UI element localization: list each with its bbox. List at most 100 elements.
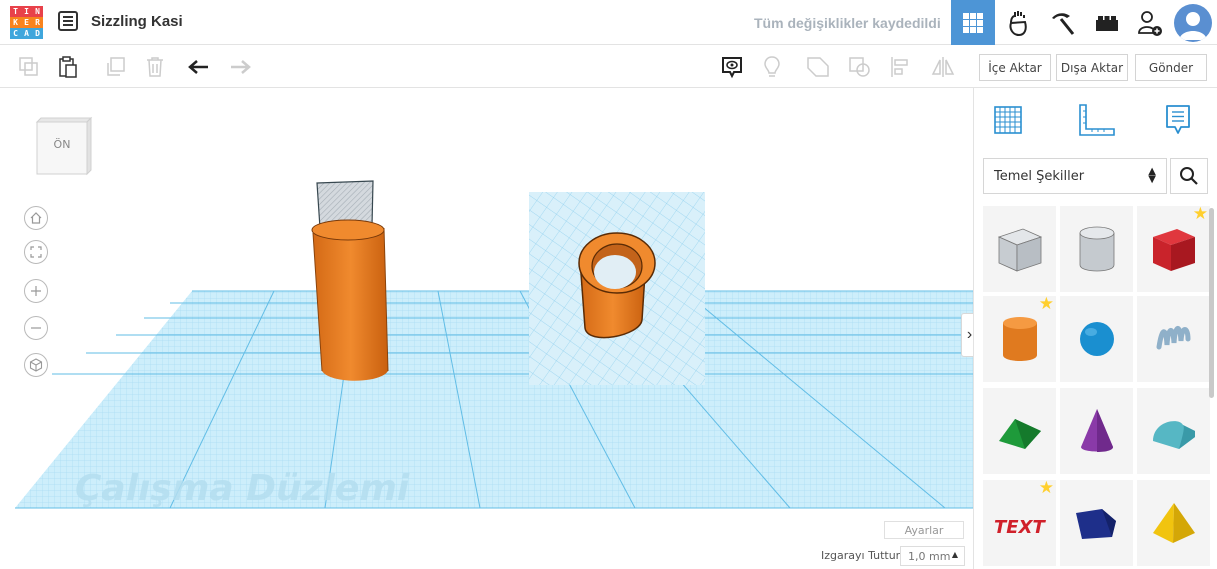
3d-viewport[interactable]: Çalışma Düzlemi ÖN Ayarlar Izgarayı Tutt… <box>0 88 973 569</box>
user-avatar-icon <box>1179 12 1207 40</box>
minus-icon <box>31 327 41 329</box>
roof-icon <box>998 419 1041 449</box>
shape-round-roof[interactable] <box>1137 388 1210 474</box>
fit-view-button[interactable] <box>24 240 48 264</box>
workplane-tab[interactable] <box>986 100 1030 140</box>
home-icon <box>30 212 42 224</box>
workplane-label: Çalışma Düzlemi <box>75 468 410 509</box>
undo-icon[interactable] <box>187 55 211 79</box>
fit-icon <box>30 246 42 258</box>
logo-letter: N <box>32 6 43 17</box>
shape-text[interactable]: TEXT ★ <box>983 478 1056 566</box>
codeblocks-view-button[interactable] <box>1040 0 1084 45</box>
polygon-icon <box>1075 509 1116 539</box>
copy-icon[interactable] <box>17 55 41 79</box>
snap-grid-select[interactable]: 1,0 mm ▲ <box>900 546 965 566</box>
caret-up-icon: ▲ <box>951 550 958 559</box>
round-roof-icon <box>1152 421 1195 449</box>
group-icon[interactable] <box>806 55 830 79</box>
svg-text:TEXT: TEXT <box>994 517 1046 538</box>
save-status: Tüm değişiklikler kaydedildi <box>754 15 941 31</box>
import-button[interactable]: İçe Aktar <box>979 54 1051 81</box>
bricks-view-button[interactable] <box>1085 0 1129 45</box>
shapes-panel: Temel Şekiller ▲ ▼ ★ ★ TEXT ★ <box>973 88 1217 569</box>
design-title[interactable]: Sizzling Kasi <box>91 13 183 30</box>
shape-polygon[interactable] <box>1060 480 1133 566</box>
shape-library-select[interactable]: Temel Şekiller ▲ ▼ <box>983 158 1167 194</box>
panel-scrollbar[interactable] <box>1209 208 1214 398</box>
top-bar: TINKERCAD Sizzling Kasi Tüm değişiklikle… <box>0 0 1217 45</box>
shape-pyramid[interactable] <box>1137 480 1210 566</box>
orange-cylinder-shape[interactable] <box>311 219 389 381</box>
home-view-button[interactable] <box>24 206 48 230</box>
search-icon <box>1180 167 1198 185</box>
add-user-button[interactable] <box>1130 0 1170 45</box>
send-button[interactable]: Gönder <box>1135 54 1207 81</box>
zoom-out-button[interactable] <box>24 316 48 340</box>
duplicate-icon[interactable] <box>104 55 128 79</box>
shape-box[interactable]: ★ <box>1137 204 1210 292</box>
favorite-star-icon: ★ <box>1192 204 1208 223</box>
blocks-view-button[interactable] <box>996 0 1040 45</box>
export-button[interactable]: Dışa Aktar <box>1056 54 1128 81</box>
notes-icon[interactable] <box>720 55 744 79</box>
paste-icon[interactable] <box>56 55 80 79</box>
cone-icon <box>1080 409 1113 452</box>
sphere-icon <box>1079 322 1114 356</box>
workplane-grid-icon <box>994 106 1022 134</box>
red-box-icon <box>1152 229 1195 271</box>
shape-library-value: Temel Şekiller <box>994 168 1085 184</box>
zoom-in-button[interactable] <box>24 279 48 303</box>
mirror-icon[interactable] <box>931 55 955 79</box>
orange-cylinder-icon <box>1002 317 1037 361</box>
logo-letter: A <box>21 28 32 39</box>
add-user-icon <box>1138 10 1162 36</box>
snap-grid-label: Izgarayı Tuttur <box>821 549 901 562</box>
ruler-tab[interactable] <box>1074 100 1118 140</box>
shape-sphere[interactable] <box>1060 296 1133 382</box>
pickaxe-icon <box>1052 12 1075 35</box>
shape-cylinder[interactable]: ★ <box>983 294 1056 382</box>
hand-icon <box>1009 10 1027 36</box>
logo-letter: T <box>10 6 21 17</box>
view-cube-label: ÖN <box>53 138 71 151</box>
box-hole-icon <box>997 228 1042 272</box>
logo-letter: C <box>10 28 21 39</box>
shape-cone[interactable] <box>1060 388 1133 474</box>
align-icon[interactable] <box>888 55 912 79</box>
notes-tab[interactable] <box>1156 100 1200 140</box>
favorite-star-icon: ★ <box>1038 294 1054 313</box>
logo-letter: D <box>32 28 43 39</box>
shape-scribble[interactable] <box>1137 296 1210 382</box>
user-avatar[interactable] <box>1174 4 1212 42</box>
ungroup-icon[interactable] <box>848 55 872 79</box>
light-bulb-icon[interactable] <box>760 55 784 79</box>
scene-canvas[interactable]: Çalışma Düzlemi <box>0 88 973 569</box>
plus-icon <box>31 286 41 296</box>
ruler-icon <box>1079 104 1115 136</box>
shape-cylinder-hole[interactable] <box>1060 206 1133 292</box>
delete-icon[interactable] <box>143 55 167 79</box>
redo-icon[interactable] <box>228 55 252 79</box>
perspective-button[interactable] <box>24 353 48 377</box>
shape-box-hole[interactable] <box>983 206 1056 292</box>
3d-view-button[interactable] <box>951 0 995 45</box>
edit-toolbar: İçe Aktar Dışa Aktar Gönder <box>0 46 1217 88</box>
view-cube[interactable]: ÖN <box>35 116 93 176</box>
logo-letter: I <box>21 6 32 17</box>
settings-button[interactable]: Ayarlar <box>884 521 964 539</box>
brick-icon <box>1096 15 1118 31</box>
snap-grid-value: 1,0 mm <box>908 549 951 563</box>
design-list-icon[interactable] <box>58 11 78 31</box>
cube-icon <box>29 358 43 372</box>
favorite-star-icon: ★ <box>1038 478 1054 497</box>
cylinder-hole-icon <box>1079 226 1114 272</box>
tinkercad-logo[interactable]: TINKERCAD <box>10 6 43 39</box>
shape-roof[interactable] <box>983 388 1056 474</box>
scribble-icon <box>1156 326 1190 350</box>
shape-search-button[interactable] <box>1170 158 1208 194</box>
logo-letter: E <box>21 17 32 28</box>
pyramid-icon <box>1152 503 1195 543</box>
chevron-right-icon: › <box>966 326 973 343</box>
select-arrows-icon: ▲ ▼ <box>1148 166 1156 185</box>
